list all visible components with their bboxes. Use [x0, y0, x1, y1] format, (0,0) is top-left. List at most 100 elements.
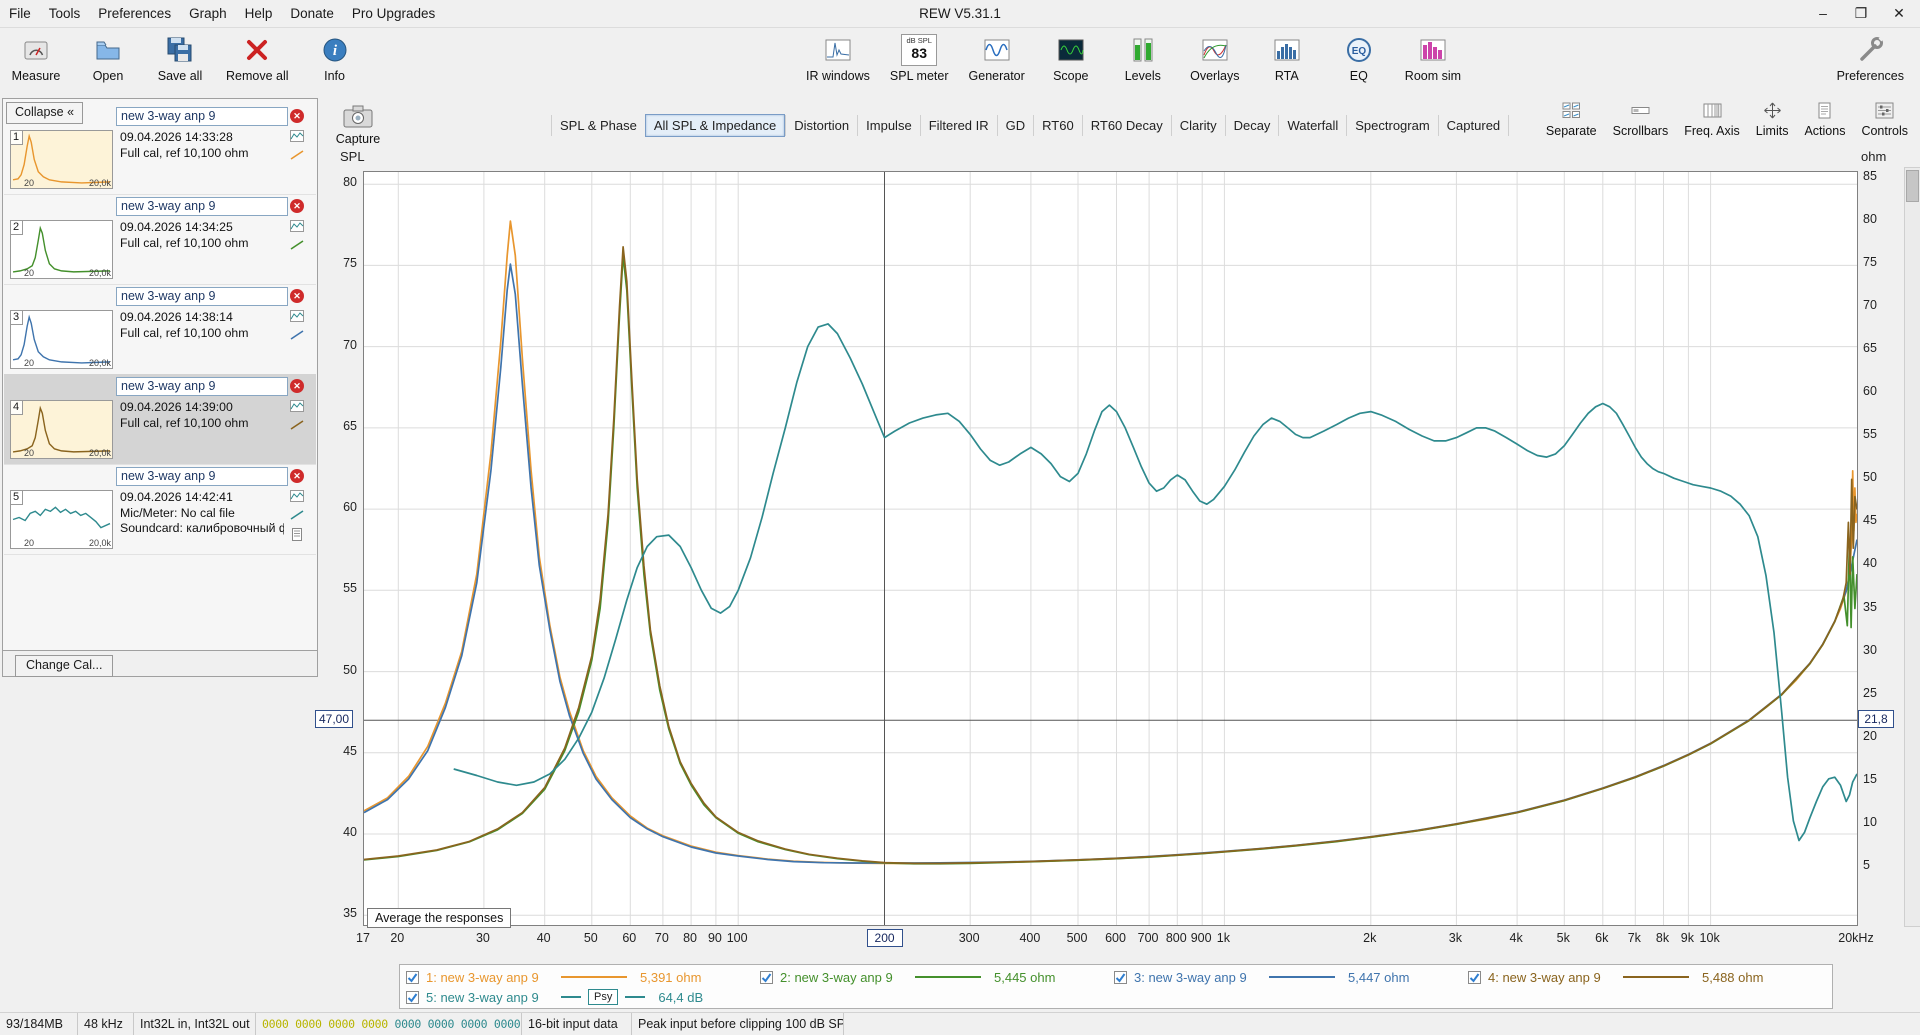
measurement-thumbnail[interactable]: 1 20 20,0k: [10, 130, 113, 189]
tab-distortion[interactable]: Distortion: [785, 114, 857, 136]
psy-smoothing-button[interactable]: Psy: [588, 989, 619, 1005]
input-meter-right: 0000 0000 0000 0000: [394, 1017, 521, 1031]
tab-decay[interactable]: Decay: [1224, 114, 1279, 136]
plot-canvas[interactable]: [363, 171, 1858, 926]
menu-preferences[interactable]: Preferences: [89, 0, 180, 27]
menu-tools[interactable]: Tools: [40, 0, 90, 27]
delete-measurement-button[interactable]: ✕: [290, 289, 304, 303]
tab-spectrogram[interactable]: Spectrogram: [1346, 114, 1437, 136]
measurement-info: Full cal, ref 10,100 ohm: [120, 235, 249, 250]
rta-button[interactable]: RTA: [1255, 28, 1319, 83]
legend-value: 5,488 ohm: [1702, 969, 1764, 985]
spl-meter-button[interactable]: dB SPL 83 SPL meter: [884, 28, 955, 83]
measurement-name-input[interactable]: new 3-way anp 9: [116, 467, 288, 486]
right-axis-tick: 85: [1863, 169, 1877, 184]
delete-measurement-button[interactable]: ✕: [290, 199, 304, 213]
legend-label: 1: new 3-way anp 9: [426, 969, 539, 985]
delete-measurement-button[interactable]: ✕: [290, 469, 304, 483]
measurement-thumbnail[interactable]: 4 20 20,0k: [10, 400, 113, 459]
collapse-panel-button[interactable]: Collapse «: [6, 102, 84, 124]
trace-options-icon[interactable]: [290, 400, 304, 415]
graph-buttons: Separate Scrollbars Freq. Axis Limits Ac…: [1546, 102, 1908, 138]
legend-checkbox[interactable]: [1114, 970, 1127, 984]
tab-gd[interactable]: GD: [996, 114, 1034, 136]
close-button[interactable]: ✕: [1880, 0, 1918, 27]
measurement-item-3[interactable]: new 3-way anp 9 ✕ 3 20 20,0k 09.04.2026 …: [4, 284, 316, 375]
tab-rt60[interactable]: RT60: [1033, 114, 1082, 136]
menu-graph[interactable]: Graph: [180, 0, 236, 27]
trace-options-icon[interactable]: [290, 130, 304, 145]
measurement-item-4[interactable]: new 3-way anp 9 ✕ 4 20 20,0k 09.04.2026 …: [4, 374, 316, 465]
tab-waterfall[interactable]: Waterfall: [1278, 114, 1346, 136]
info-button[interactable]: i Info: [303, 28, 367, 83]
trace-style-icon[interactable]: [290, 509, 304, 524]
preferences-button[interactable]: Preferences: [1831, 28, 1910, 83]
legend-checkbox[interactable]: [760, 970, 773, 984]
ir-windows-button[interactable]: IR windows: [800, 28, 876, 83]
notes-icon[interactable]: [291, 528, 303, 544]
delete-measurement-button[interactable]: ✕: [290, 379, 304, 393]
capture-button[interactable]: Capture: [330, 102, 386, 146]
tab-impulse[interactable]: Impulse: [857, 114, 920, 136]
trace-options-icon[interactable]: [290, 490, 304, 505]
ir-windows-icon: [823, 34, 853, 66]
measurement-name-input[interactable]: new 3-way anp 9: [116, 107, 288, 126]
room-sim-button[interactable]: Room sim: [1399, 28, 1467, 83]
right-axis-tick: 10: [1863, 814, 1877, 829]
measurement-name-input[interactable]: new 3-way anp 9: [116, 197, 288, 216]
measure-button[interactable]: Measure: [4, 28, 68, 83]
open-button[interactable]: Open: [76, 28, 140, 83]
menu-donate[interactable]: Donate: [281, 0, 343, 27]
legend-item-1: 1: new 3-way anp 9 5,391 ohm: [406, 970, 760, 985]
generator-button[interactable]: Generator: [963, 28, 1031, 83]
right-axis-tick: 35: [1863, 599, 1877, 614]
trace-style-icon[interactable]: [290, 329, 304, 344]
actions-button[interactable]: Actions: [1804, 102, 1845, 138]
legend-checkbox[interactable]: [406, 990, 419, 1004]
measurement-thumbnail[interactable]: 2 20 20,0k: [10, 220, 113, 279]
tab-rt60-decay[interactable]: RT60 Decay: [1081, 114, 1171, 136]
measurement-thumbnail[interactable]: 5 20 20,0k: [10, 490, 113, 549]
save-all-icon: [165, 34, 195, 66]
controls-button[interactable]: Controls: [1861, 102, 1908, 138]
tab-filtered-ir[interactable]: Filtered IR: [919, 114, 997, 136]
trace-style-icon[interactable]: [290, 419, 304, 434]
scrollbar-thumb[interactable]: [1906, 170, 1919, 202]
save-all-button[interactable]: Save all: [148, 28, 212, 83]
scrollbars-button[interactable]: Scrollbars: [1613, 102, 1668, 138]
measurement-item-2[interactable]: new 3-way anp 9 ✕ 2 20 20,0k 09.04.2026 …: [4, 194, 316, 285]
trace-options-icon[interactable]: [290, 220, 304, 235]
legend-checkbox[interactable]: [1468, 970, 1481, 984]
delete-measurement-button[interactable]: ✕: [290, 109, 304, 123]
overlays-button[interactable]: Overlays: [1183, 28, 1247, 83]
trace-style-icon[interactable]: [290, 239, 304, 254]
measurement-name-input[interactable]: new 3-way anp 9: [116, 377, 288, 396]
tab-captured[interactable]: Captured: [1437, 114, 1510, 136]
trace-options-icon[interactable]: [290, 310, 304, 325]
measurement-thumbnail[interactable]: 3 20 20,0k: [10, 310, 113, 369]
preferences-wrench-icon: [1855, 34, 1885, 66]
measurement-number: 3: [11, 311, 24, 325]
menu-file[interactable]: File: [0, 0, 40, 27]
freq-axis-button[interactable]: Freq. Axis: [1684, 102, 1740, 138]
legend-line-sample: [561, 996, 581, 998]
levels-button[interactable]: Levels: [1111, 28, 1175, 83]
minimize-button[interactable]: –: [1804, 0, 1842, 27]
tab-spl-phase[interactable]: SPL & Phase: [551, 114, 645, 136]
menu-pro-upgrades[interactable]: Pro Upgrades: [343, 0, 444, 27]
separate-button[interactable]: Separate: [1546, 102, 1597, 138]
eq-button[interactable]: EQ EQ: [1327, 28, 1391, 83]
limits-button[interactable]: Limits: [1756, 102, 1788, 138]
tab-clarity[interactable]: Clarity: [1170, 114, 1225, 136]
graph-vertical-scrollbar[interactable]: [1904, 167, 1920, 927]
tab-all-spl-impedance[interactable]: All SPL & Impedance: [644, 113, 786, 137]
maximize-button[interactable]: ❐: [1842, 0, 1880, 27]
trace-style-icon[interactable]: [290, 149, 304, 164]
scope-button[interactable]: Scope: [1039, 28, 1103, 83]
change-cal-button[interactable]: Change Cal...: [15, 655, 114, 677]
measurement-item-5[interactable]: new 3-way anp 9 ✕ 5 20 20,0k 09.04.2026 …: [4, 464, 316, 555]
remove-all-button[interactable]: Remove all: [220, 28, 295, 83]
legend-checkbox[interactable]: [406, 970, 419, 984]
measurement-name-input[interactable]: new 3-way anp 9: [116, 287, 288, 306]
menu-help[interactable]: Help: [236, 0, 282, 27]
